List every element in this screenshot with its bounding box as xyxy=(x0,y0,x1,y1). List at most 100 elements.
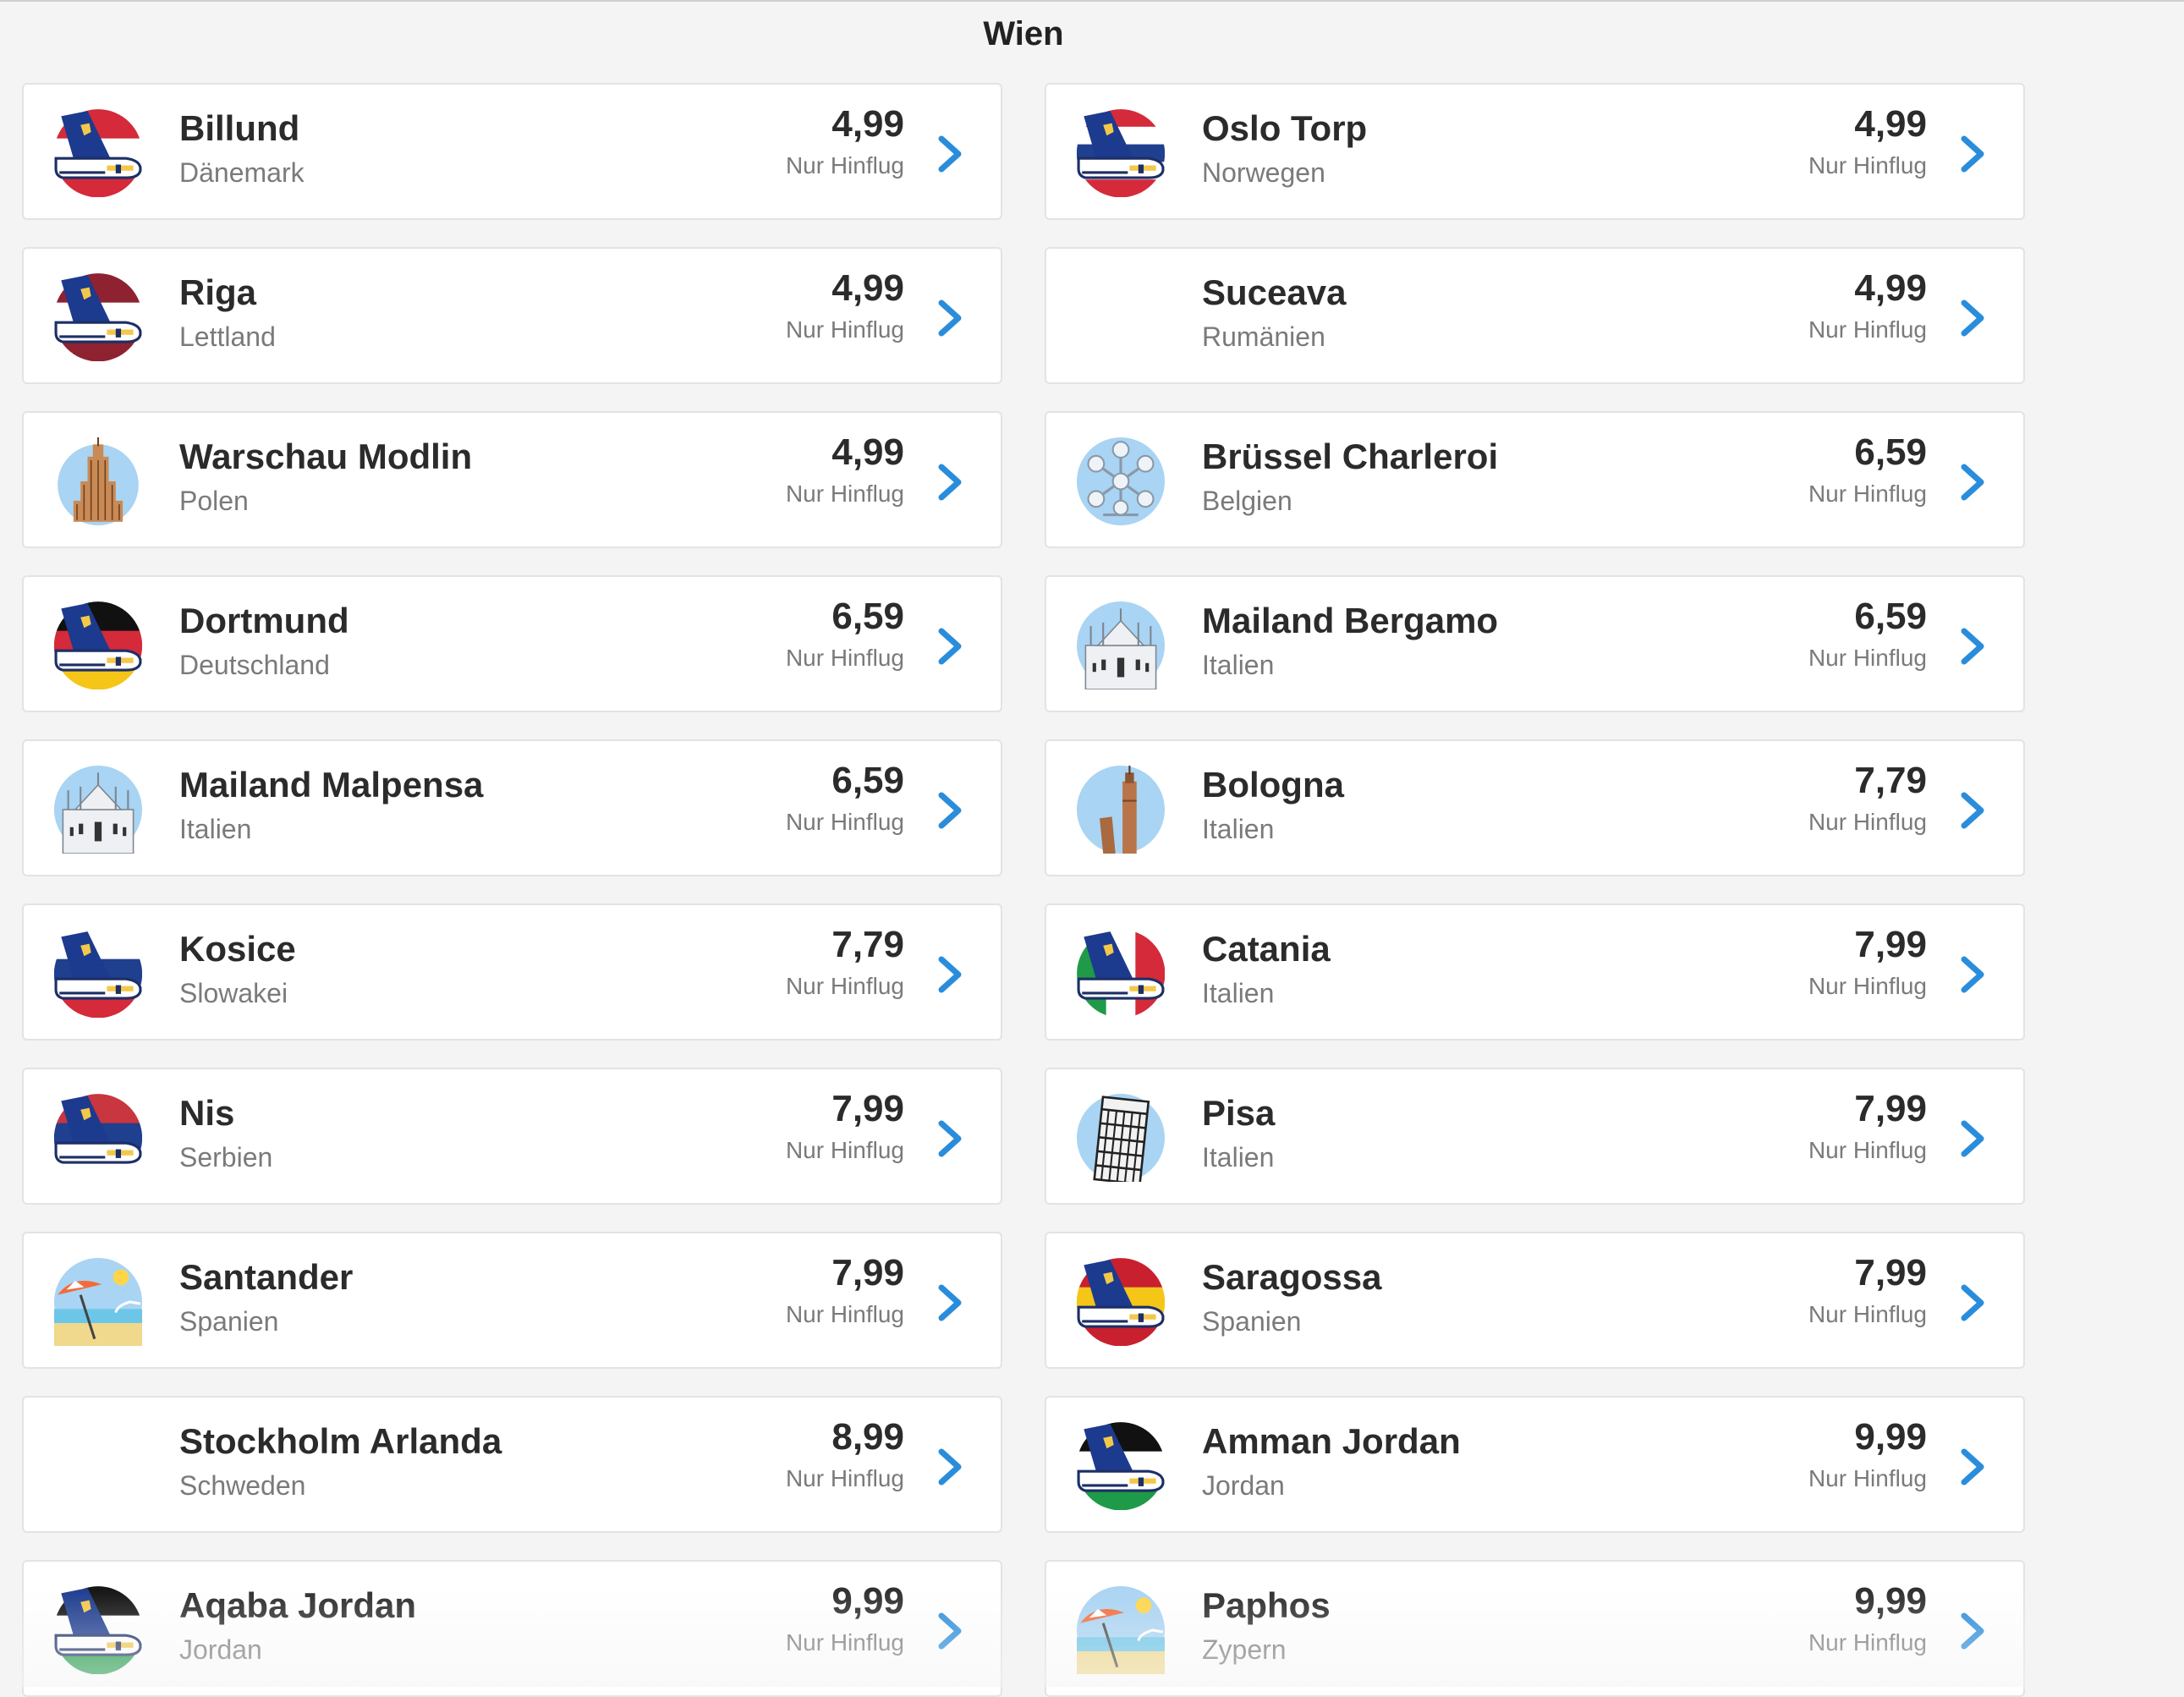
destination-card[interactable]: BolognaItalien7,79Nur Hinflug xyxy=(1045,739,2025,876)
destination-city: Kosice xyxy=(179,929,296,969)
chevron-right-icon[interactable] xyxy=(933,1282,967,1323)
page-title: Wien xyxy=(0,15,2047,53)
fare-price: 4,99 xyxy=(1854,103,1927,146)
destination-card[interactable]: Stockholm ArlandaSchweden8,99Nur Hinflug xyxy=(22,1396,1002,1533)
chevron-right-icon[interactable] xyxy=(1956,134,1989,174)
plane-italy-flag-icon xyxy=(1077,930,1165,1018)
chevron-right-icon[interactable] xyxy=(933,462,967,503)
destination-card[interactable]: SantanderSpanien7,99Nur Hinflug xyxy=(22,1232,1002,1369)
destination-country: Zypern xyxy=(1202,1634,1287,1666)
chevron-right-icon[interactable] xyxy=(933,626,967,667)
destination-city: Catania xyxy=(1202,929,1331,969)
destination-country: Italien xyxy=(1202,978,1274,1009)
bologna-towers-icon xyxy=(1077,766,1165,854)
destination-card[interactable]: BillundDänemark4,99Nur Hinflug xyxy=(22,83,1002,220)
destination-card[interactable]: KosiceSlowakei7,79Nur Hinflug xyxy=(22,903,1002,1041)
destination-card[interactable]: Brüssel CharleroiBelgien6,59Nur Hinflug xyxy=(1045,411,2025,548)
fare-price: 7,99 xyxy=(831,1088,904,1130)
destination-country: Deutschland xyxy=(179,650,330,681)
fare-type-label: Nur Hinflug xyxy=(1808,645,1927,672)
plane-norway-flag-icon xyxy=(1077,109,1165,197)
palace-of-culture-icon xyxy=(54,437,142,525)
destination-city: Amman Jordan xyxy=(1202,1421,1461,1462)
destination-card[interactable]: PaphosZypern9,99Nur Hinflug xyxy=(1045,1560,2025,1697)
chevron-right-icon[interactable] xyxy=(1956,954,1989,995)
destination-card[interactable]: RigaLettland4,99Nur Hinflug xyxy=(22,247,1002,384)
destination-city: Brüssel Charleroi xyxy=(1202,437,1498,477)
destination-country: Serbien xyxy=(179,1142,272,1173)
destination-city: Saragossa xyxy=(1202,1257,1381,1298)
plane-germany-flag-icon xyxy=(54,601,142,689)
chevron-right-icon[interactable] xyxy=(933,954,967,995)
milan-cathedral-icon xyxy=(1077,601,1165,689)
destination-country: Norwegen xyxy=(1202,157,1325,189)
destination-card[interactable]: Aqaba JordanJordan9,99Nur Hinflug xyxy=(22,1560,1002,1697)
chevron-right-icon[interactable] xyxy=(1956,626,1989,667)
destination-card[interactable]: DortmundDeutschland6,59Nur Hinflug xyxy=(22,575,1002,712)
destination-city: Mailand Bergamo xyxy=(1202,601,1498,641)
destination-card[interactable]: Amman JordanJordan9,99Nur Hinflug xyxy=(1045,1396,2025,1533)
chevron-right-icon[interactable] xyxy=(933,1447,967,1487)
destination-card[interactable]: SuceavaRumänien4,99Nur Hinflug xyxy=(1045,247,2025,384)
atomium-icon xyxy=(1077,437,1165,525)
chevron-right-icon[interactable] xyxy=(933,790,967,831)
destination-card[interactable]: SaragossaSpanien7,99Nur Hinflug xyxy=(1045,1232,2025,1369)
fare-type-label: Nur Hinflug xyxy=(1808,1301,1927,1328)
fare-type-label: Nur Hinflug xyxy=(786,481,904,508)
leaning-tower-icon xyxy=(1077,1094,1165,1182)
destination-card[interactable]: CataniaItalien7,99Nur Hinflug xyxy=(1045,903,2025,1041)
destination-country: Jordan xyxy=(179,1634,262,1666)
chevron-right-icon[interactable] xyxy=(1956,1282,1989,1323)
destination-country: Spanien xyxy=(179,1306,278,1337)
destination-country: Polen xyxy=(179,486,249,517)
destination-country: Dänemark xyxy=(179,157,305,189)
destination-city: Mailand Malpensa xyxy=(179,765,483,805)
fare-price: 7,99 xyxy=(831,1252,904,1294)
beach-umbrella-icon xyxy=(1077,1586,1165,1674)
destination-country: Italien xyxy=(1202,650,1274,681)
chevron-right-icon[interactable] xyxy=(1956,1118,1989,1159)
chevron-right-icon[interactable] xyxy=(933,1611,967,1651)
fare-price: 4,99 xyxy=(831,267,904,310)
destination-country: Rumänien xyxy=(1202,321,1325,353)
destination-country: Jordan xyxy=(1202,1470,1285,1502)
chevron-right-icon[interactable] xyxy=(1956,298,1989,338)
destination-card[interactable]: Mailand Bergamo Italien 6,59 Nur Hinflug xyxy=(1045,575,2025,712)
fare-price: 9,99 xyxy=(831,1580,904,1623)
destination-city: Suceava xyxy=(1202,272,1346,313)
fare-type-label: Nur Hinflug xyxy=(1808,481,1927,508)
fare-type-label: Nur Hinflug xyxy=(1808,973,1927,1000)
fare-price: 6,59 xyxy=(831,760,904,802)
destination-card[interactable]: Warschau ModlinPolen4,99Nur Hinflug xyxy=(22,411,1002,548)
chevron-right-icon[interactable] xyxy=(1956,790,1989,831)
destination-country: Belgien xyxy=(1202,486,1292,517)
destination-country: Schweden xyxy=(179,1470,305,1502)
destination-city: Dortmund xyxy=(179,601,349,641)
destination-card[interactable]: Mailand MalpensaItalien6,59Nur Hinflug xyxy=(22,739,1002,876)
chevron-right-icon[interactable] xyxy=(933,134,967,174)
plane-denmark-flag-icon xyxy=(54,109,142,197)
plane-jordan-flag-icon xyxy=(54,1586,142,1674)
destination-card[interactable]: Oslo TorpNorwegen4,99Nur Hinflug xyxy=(1045,83,2025,220)
fare-price: 7,79 xyxy=(1854,760,1927,802)
fare-type-label: Nur Hinflug xyxy=(1808,1137,1927,1164)
plane-latvia-flag-icon xyxy=(54,273,142,361)
milan-cathedral-icon xyxy=(54,766,142,854)
fare-type-label: Nur Hinflug xyxy=(786,1465,904,1492)
fare-price: 8,99 xyxy=(831,1416,904,1458)
chevron-right-icon[interactable] xyxy=(933,1118,967,1159)
destination-card[interactable]: NisSerbien7,99Nur Hinflug xyxy=(22,1068,1002,1205)
fare-price: 4,99 xyxy=(831,103,904,146)
chevron-right-icon[interactable] xyxy=(1956,462,1989,503)
chevron-right-icon[interactable] xyxy=(933,298,967,338)
plane-slovakia-flag-icon xyxy=(54,930,142,1018)
empty-thumbnail xyxy=(54,1422,142,1510)
plane-spain-flag-icon xyxy=(1077,1258,1165,1346)
chevron-right-icon[interactable] xyxy=(1956,1447,1989,1487)
destination-card[interactable]: PisaItalien7,99Nur Hinflug xyxy=(1045,1068,2025,1205)
fare-price: 6,59 xyxy=(1854,596,1927,638)
destination-city: Aqaba Jordan xyxy=(179,1585,416,1626)
fare-price: 4,99 xyxy=(1854,267,1927,310)
destination-country: Spanien xyxy=(1202,1306,1301,1337)
chevron-right-icon[interactable] xyxy=(1956,1611,1989,1651)
